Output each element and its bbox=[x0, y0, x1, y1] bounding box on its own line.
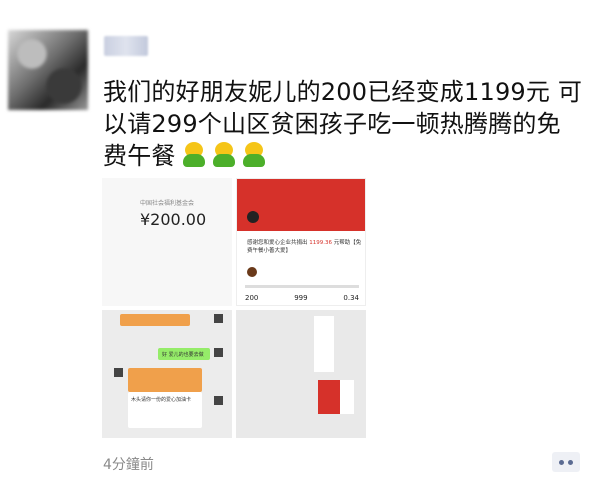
username-blurred[interactable] bbox=[104, 36, 148, 56]
post-text: 我们的好朋友妮儿的200已经变成1199元 可以请299个山区贫困孩子吃一顿热腾… bbox=[103, 76, 583, 176]
emoji-row bbox=[182, 142, 272, 176]
green-bubble-text: 好 爱儿的也要去做 bbox=[162, 352, 204, 358]
post-time: 4分鐘前 bbox=[103, 457, 154, 473]
stat-value: 0.34 bbox=[343, 294, 359, 302]
stat-value: 200 bbox=[245, 294, 259, 302]
image-fundraise-result[interactable]: 感谢您和爱心企业共捐出 1199.36 元帮助【免费午餐小善大爱】 200 99… bbox=[236, 178, 366, 306]
image-phone-screenshot[interactable] bbox=[236, 310, 366, 438]
donor-avatar bbox=[247, 267, 257, 277]
phone-screen bbox=[340, 380, 354, 414]
chat-avatar bbox=[214, 314, 223, 323]
dot-icon bbox=[568, 459, 573, 465]
raised-text: 感谢您和爱心企业共捐出 1199.36 元帮助【免费午餐小善大爱】 bbox=[247, 240, 362, 254]
user-avatar-small bbox=[247, 211, 259, 223]
stats-labels bbox=[245, 285, 359, 288]
stats-row: 200 999 0.34 bbox=[245, 294, 359, 302]
red-screen bbox=[318, 380, 340, 414]
charity-caption: 中国社会福利基金会 bbox=[140, 200, 195, 207]
chat-avatar bbox=[214, 396, 223, 405]
stat-value: 999 bbox=[294, 294, 308, 302]
orange-card bbox=[128, 368, 202, 392]
green-frog-emoji bbox=[212, 142, 236, 168]
orange-bubble bbox=[120, 314, 190, 326]
comment-more-button[interactable] bbox=[552, 452, 580, 472]
dot-icon bbox=[559, 459, 564, 465]
image-chat-screenshot[interactable]: 好 爱儿的也要去做 木头请你一份的爱心加油卡 bbox=[102, 310, 232, 438]
green-frog-emoji bbox=[182, 142, 206, 168]
chat-avatar bbox=[114, 368, 123, 377]
chat-avatar bbox=[214, 348, 223, 357]
phone-screen bbox=[314, 316, 334, 372]
card-title: 木头请你一份的爱心加油卡 bbox=[131, 397, 192, 403]
image-donation-amount[interactable]: 中国社会福利基金会 ¥200.00 bbox=[102, 178, 232, 306]
avatar[interactable] bbox=[8, 30, 88, 110]
post-text-content: 我们的好朋友妮儿的200已经变成1199元 可以请299个山区贫困孩子吃一顿热腾… bbox=[103, 78, 583, 170]
red-banner bbox=[237, 179, 365, 231]
donation-amount: ¥200.00 bbox=[140, 210, 207, 229]
green-frog-emoji bbox=[242, 142, 266, 168]
